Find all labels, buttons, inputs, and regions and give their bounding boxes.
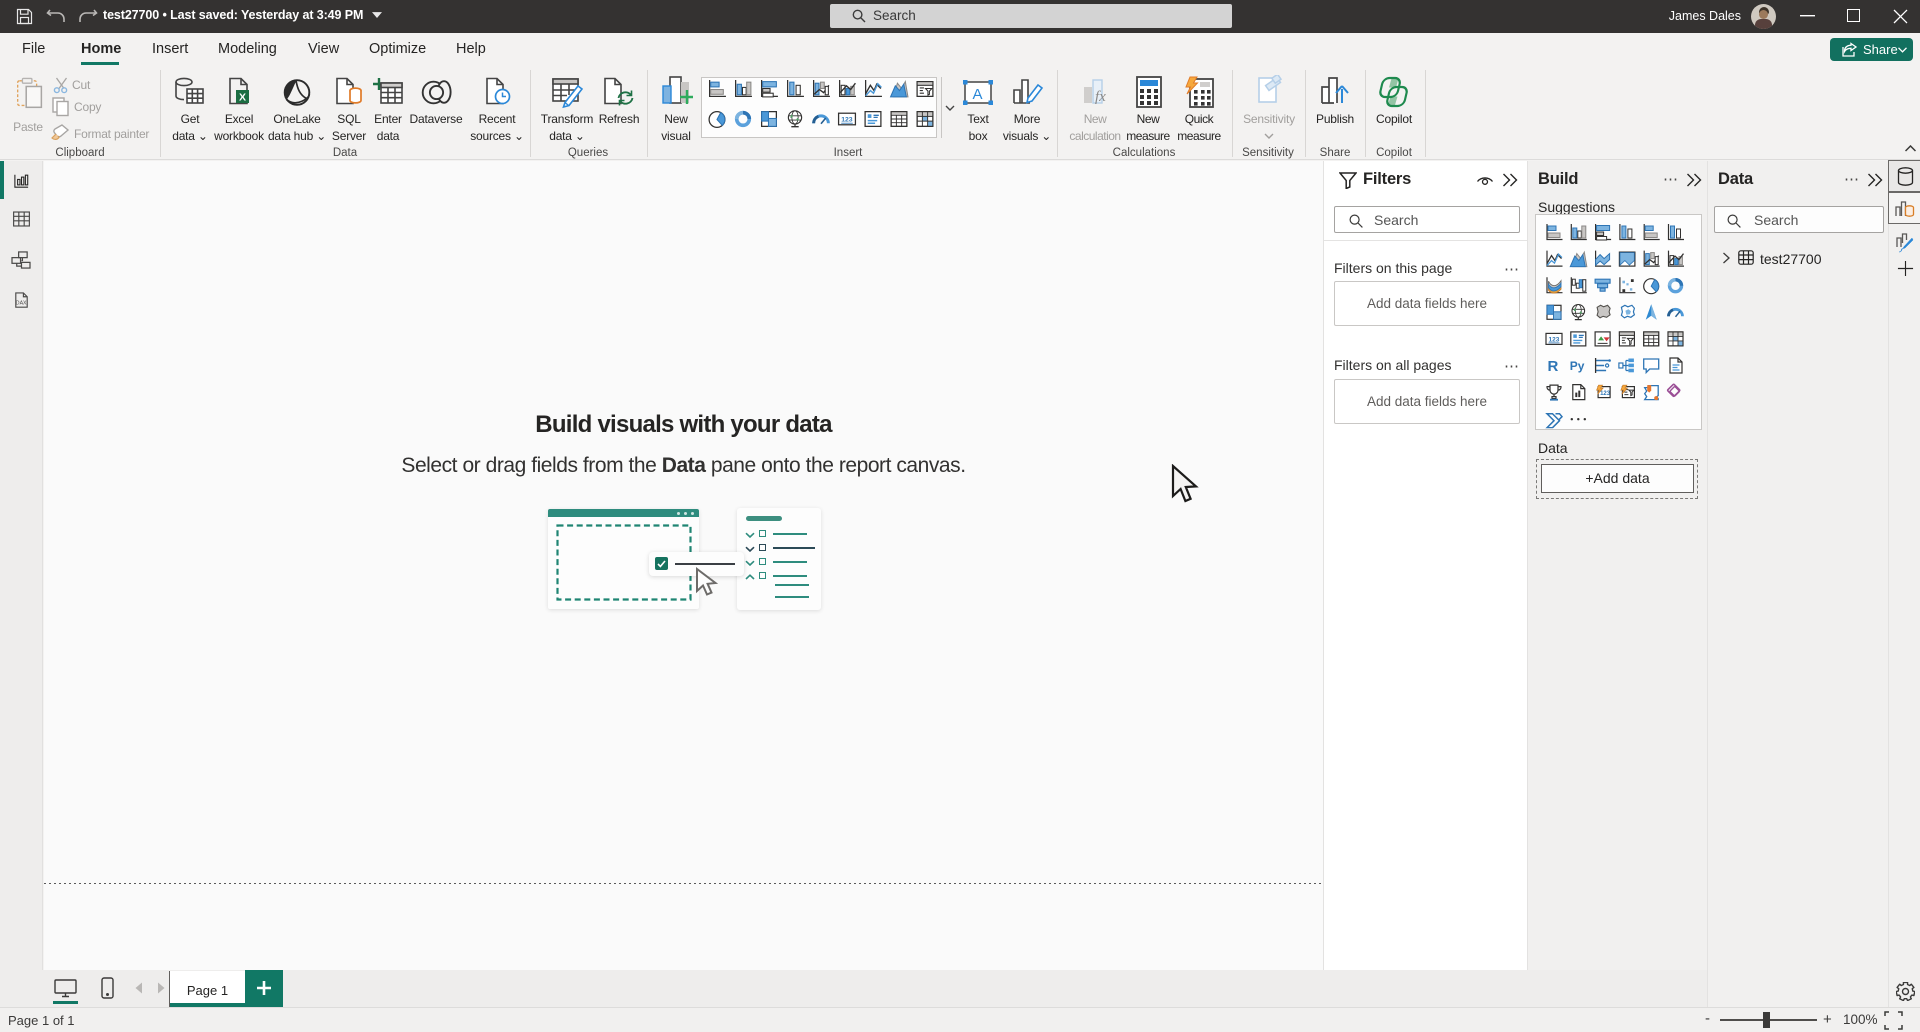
svg-text:fx: fx xyxy=(1095,89,1106,105)
svg-text:DAX: DAX xyxy=(16,300,27,306)
svg-text:A: A xyxy=(973,86,983,103)
svg-text:X: X xyxy=(239,92,246,104)
